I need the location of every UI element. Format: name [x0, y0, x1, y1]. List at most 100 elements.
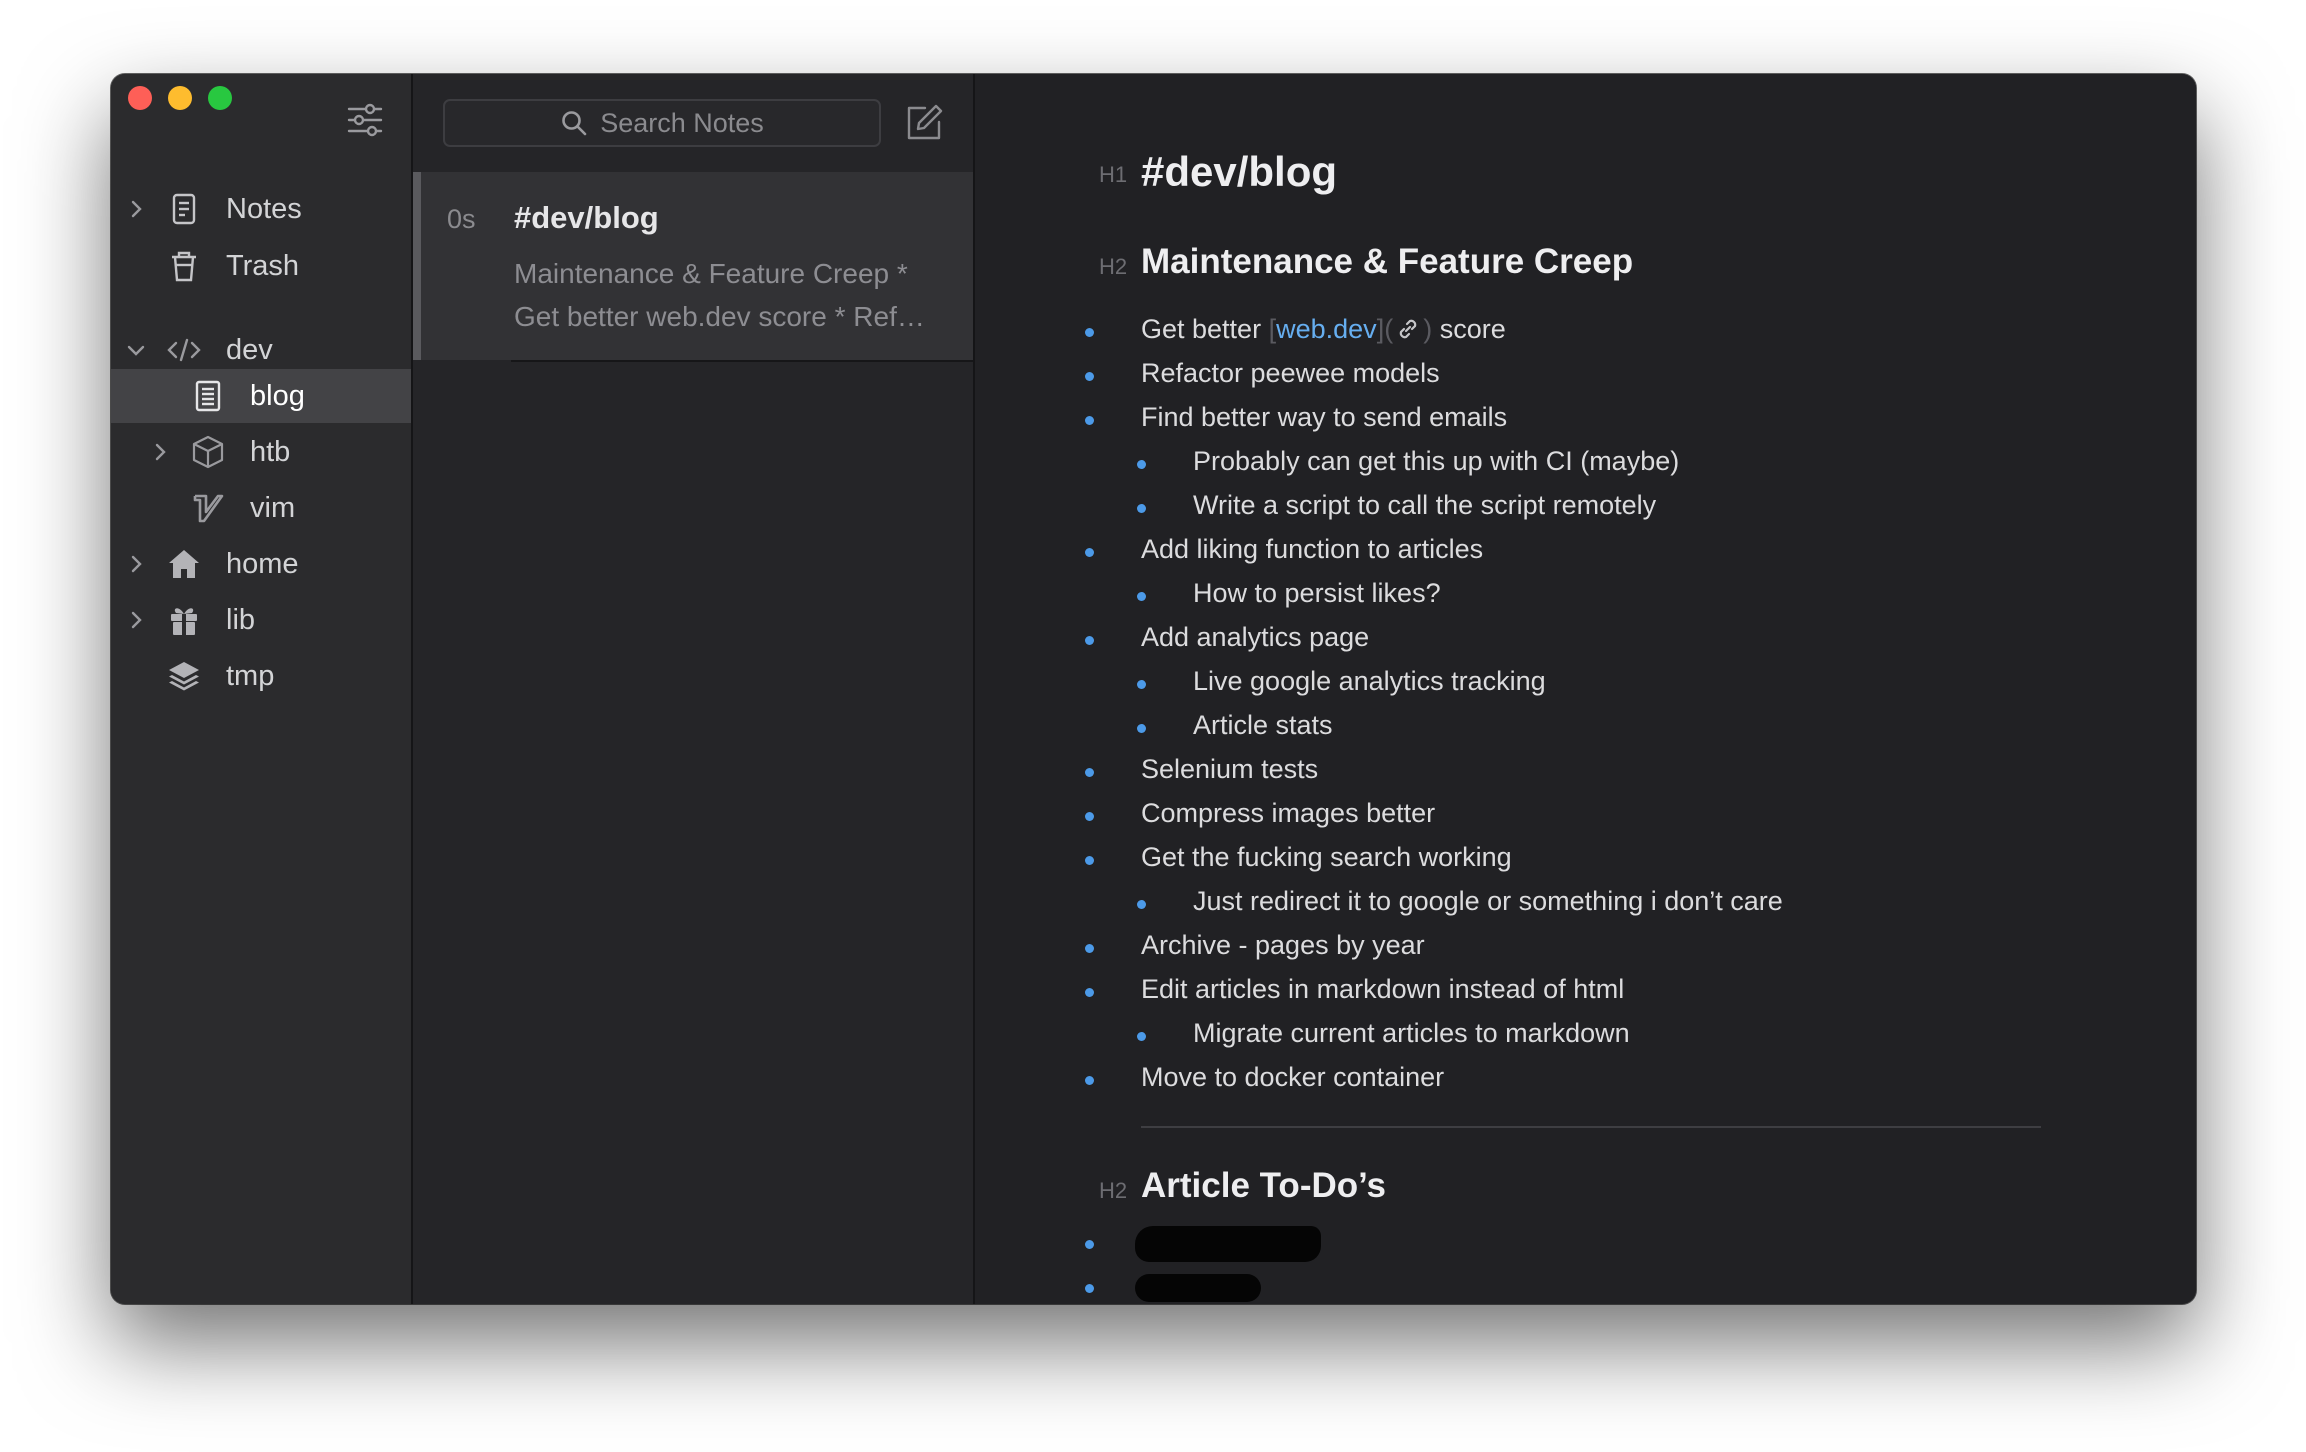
bullet-dot [1085, 1284, 1094, 1293]
note-editor[interactable]: H1 #dev/blog H2 Maintenance & Feature Cr… [975, 74, 2196, 1304]
sidebar-item-label: Trash [226, 249, 300, 282]
note-title-heading: #dev/blog [1141, 148, 1338, 195]
app-window: Notes Trash dev blog htb vim home lib tm… [111, 74, 2196, 1304]
sidebar-item-label: dev [226, 333, 273, 366]
code-icon [167, 338, 201, 362]
list-item: Refactor peewee models [1141, 358, 1440, 388]
bullet-dot [1085, 548, 1094, 557]
list-item: Migrate current articles to markdown [1193, 1018, 1630, 1048]
bullet-dot [1137, 900, 1146, 909]
sidebar-item-tmp[interactable]: tmp [111, 649, 411, 703]
minimize-window-button[interactable] [168, 86, 192, 110]
link-icon[interactable] [1395, 316, 1421, 342]
sidebar-item-label: vim [250, 491, 296, 524]
list-item: Compress images better [1141, 798, 1436, 828]
list-item: Write a script to call the script remote… [1193, 490, 1657, 520]
redacted-text [1135, 1274, 1261, 1302]
heading-marker: H2 [1099, 254, 1128, 279]
bullet-dot [1085, 636, 1094, 645]
bullet-dot [1137, 680, 1146, 689]
note-excerpt-line: Get better web.dev score * Ref… [514, 301, 925, 332]
divider [511, 360, 973, 362]
note-list-item[interactable]: 0s #dev/blog Maintenance & Feature Creep… [413, 172, 973, 360]
filter-sliders-icon[interactable] [346, 100, 384, 140]
note-excerpt-line: Maintenance & Feature Creep * [514, 258, 908, 289]
gift-icon [171, 608, 197, 635]
chevron-right-icon[interactable] [149, 441, 171, 463]
layers-icon [169, 662, 199, 691]
list-item-text: score [1439, 314, 1506, 344]
list-item: Article stats [1193, 710, 1333, 740]
list-item-text: Get better [1141, 314, 1262, 344]
list-item: Probably can get this up with CI (maybe) [1193, 446, 1680, 476]
bullet-dot [1137, 460, 1146, 469]
search-input[interactable]: Search Notes [443, 99, 881, 147]
sidebar-item-label: lib [226, 603, 256, 636]
list-item: Live google analytics tracking [1193, 666, 1546, 696]
list-item: How to persist likes? [1193, 578, 1441, 608]
bullet-dot [1137, 1032, 1146, 1041]
bullet-dot [1085, 1076, 1094, 1085]
chevron-right-icon[interactable] [125, 609, 147, 631]
note-excerpt: Maintenance & Feature Creep * Get better… [514, 252, 954, 338]
list-item: Add liking function to articles [1141, 534, 1484, 564]
bullet-dot [1085, 812, 1094, 821]
horizontal-rule [1141, 1126, 2041, 1128]
chevron-down-icon[interactable] [125, 339, 147, 361]
bullet-dot [1085, 944, 1094, 953]
sidebar-item-label: tmp [226, 659, 275, 692]
trash-icon [172, 251, 196, 282]
list-item: Find better way to send emails [1141, 402, 1508, 432]
chevron-right-icon[interactable] [125, 553, 147, 575]
list-item: Move to docker container [1141, 1062, 1445, 1092]
bullet-dot [1137, 592, 1146, 601]
list-item: Selenium tests [1141, 754, 1319, 784]
web-dev-link[interactable]: web.dev [1276, 314, 1377, 344]
bullet-dot [1085, 988, 1094, 997]
sidebar-item-lib[interactable]: lib [111, 593, 411, 647]
list-item: Get the fucking search working [1141, 842, 1512, 872]
sidebar-item-label: home [226, 547, 299, 580]
sidebar-item-htb[interactable]: htb [111, 425, 411, 479]
sidebar-item-blog[interactable]: blog [111, 369, 411, 423]
document-icon [195, 380, 221, 412]
heading-marker: H1 [1099, 162, 1128, 187]
cube-icon [192, 435, 224, 469]
list-item: Add analytics page [1141, 622, 1370, 652]
section-heading: Article To-Do’s [1141, 1166, 1387, 1205]
note-list-panel: Search Notes 0s #dev/blog Maintenance & … [413, 74, 975, 1304]
markdown-bracket: ]( [1376, 314, 1394, 344]
note-icon [172, 193, 196, 225]
sidebar-item-trash[interactable]: Trash [111, 239, 411, 293]
home-icon [169, 550, 199, 578]
bullet-dot [1085, 1240, 1094, 1249]
sidebar-item-notes[interactable]: Notes [111, 182, 411, 236]
chevron-right-icon[interactable] [125, 198, 147, 220]
list-item: Edit articles in markdown instead of htm… [1141, 974, 1625, 1004]
close-window-button[interactable] [128, 86, 152, 110]
list-item: Get better [web.dev]() score [1141, 314, 1506, 345]
sidebar: Notes Trash dev blog htb vim home lib tm… [111, 74, 413, 1304]
sidebar-item-home[interactable]: home [111, 537, 411, 591]
bullet-dot [1085, 328, 1094, 337]
bullet-dot [1085, 372, 1094, 381]
maximize-window-button[interactable] [208, 86, 232, 110]
sidebar-item-label: Notes [226, 192, 302, 225]
compose-note-icon[interactable] [903, 102, 945, 144]
bullet-dot [1085, 768, 1094, 777]
search-icon [562, 111, 587, 136]
note-time: 0s [447, 204, 476, 234]
list-item: Just redirect it to google or something … [1193, 886, 1783, 916]
vim-icon [193, 494, 224, 523]
section-heading: Maintenance & Feature Creep [1141, 242, 1634, 281]
sidebar-item-vim[interactable]: vim [111, 481, 411, 535]
markdown-bracket: ) [1423, 314, 1433, 344]
list-item: Archive - pages by year [1141, 930, 1425, 960]
heading-marker: H2 [1099, 1178, 1128, 1203]
note-title: #dev/blog [514, 200, 659, 235]
sidebar-item-label: blog [250, 379, 305, 412]
markdown-bracket: [ [1268, 314, 1277, 344]
redacted-text [1135, 1226, 1321, 1262]
bullet-dot [1085, 416, 1094, 425]
bullet-dot [1085, 856, 1094, 865]
